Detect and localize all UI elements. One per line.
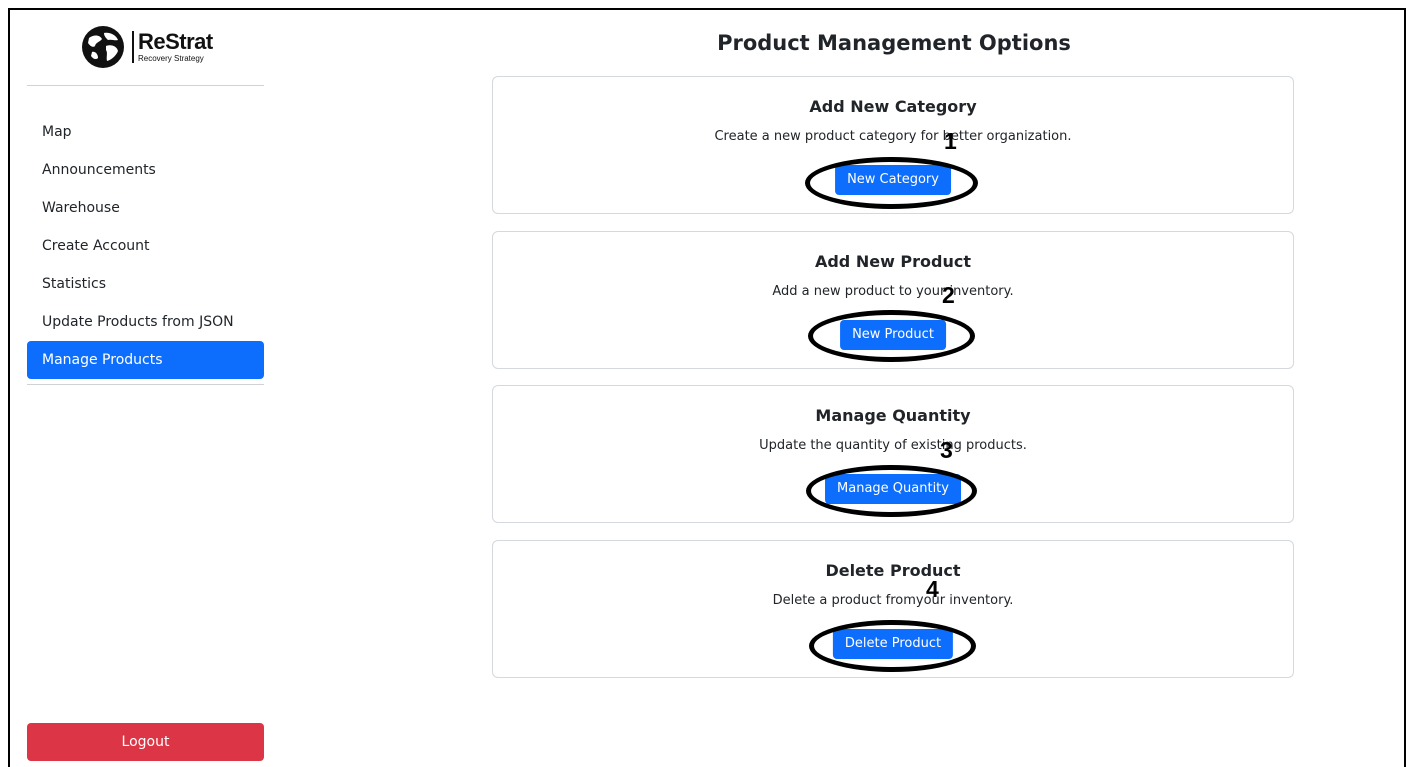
card-text: Add a new product to your inventory. xyxy=(772,284,1014,299)
annotation-ring-4 xyxy=(809,620,976,672)
card-text: Delete a product fromyour inventory. xyxy=(772,593,1014,608)
annotation-number-4: 4 xyxy=(926,576,939,602)
brand-text: ReStrat Recovery Strategy xyxy=(132,31,213,63)
card-title: Add New Category xyxy=(809,97,977,116)
annotation-ring-3 xyxy=(806,465,977,517)
sidebar-item-announcements[interactable]: Announcements xyxy=(27,151,264,189)
sidebar-divider-bottom xyxy=(27,384,264,385)
sidebar-item-map[interactable]: Map xyxy=(27,113,264,151)
card-text: Create a new product category for better… xyxy=(714,129,1072,144)
page-title: Product Management Options xyxy=(717,31,1071,55)
sidebar-nav: Map Announcements Warehouse Create Accou… xyxy=(27,113,264,379)
sidebar-item-statistics[interactable]: Statistics xyxy=(27,265,264,303)
card-title: Manage Quantity xyxy=(815,406,971,425)
annotation-number-1: 1 xyxy=(944,128,957,154)
annotation-number-3: 3 xyxy=(940,437,953,463)
card-title: Delete Product xyxy=(825,561,961,580)
sidebar: ReStrat Recovery Strategy Map Announceme… xyxy=(10,10,280,767)
logout-button[interactable]: Logout xyxy=(27,723,264,761)
brand-tagline: Recovery Strategy xyxy=(138,54,204,63)
globe-icon xyxy=(82,26,124,68)
sidebar-item-update-products-json[interactable]: Update Products from JSON xyxy=(27,303,264,341)
annotation-ring-1 xyxy=(805,157,978,209)
sidebar-item-manage-products[interactable]: Manage Products xyxy=(27,341,264,379)
annotation-ring-2 xyxy=(808,310,975,362)
brand-name: ReStrat xyxy=(138,29,213,54)
annotation-number-2: 2 xyxy=(942,282,955,308)
sidebar-item-create-account[interactable]: Create Account xyxy=(27,227,264,265)
sidebar-divider-top xyxy=(27,85,264,86)
sidebar-item-warehouse[interactable]: Warehouse xyxy=(27,189,264,227)
brand-logo[interactable]: ReStrat Recovery Strategy xyxy=(80,24,213,70)
card-text: Update the quantity of existing products… xyxy=(759,438,1027,453)
card-title: Add New Product xyxy=(814,252,972,271)
